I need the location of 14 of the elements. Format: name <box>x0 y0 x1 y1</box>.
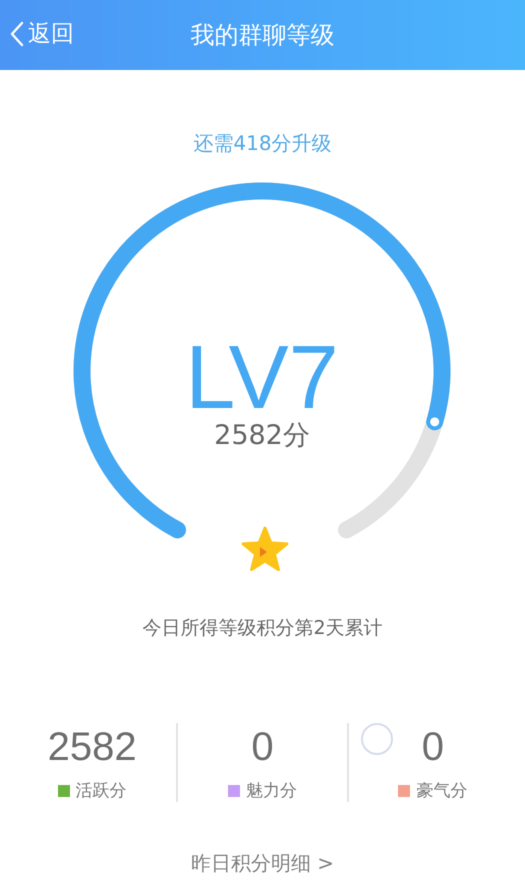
stat-value: 0 <box>422 724 444 771</box>
stat-value: 0 <box>251 724 274 771</box>
upgrade-hint: 还需418分升级 <box>192 130 333 157</box>
star-icon <box>242 526 288 572</box>
stat-label: 活跃分 <box>76 780 127 802</box>
stat-label: 豪气分 <box>416 780 468 802</box>
accumulation-note: 今日所得等级积分第2天累计 <box>141 616 384 641</box>
ring-icon <box>360 723 393 755</box>
stat-label: 魅力分 <box>246 780 297 802</box>
back-button[interactable]: 返回 <box>6 14 78 53</box>
back-icon <box>10 20 24 46</box>
page-title: 我的群聊等级 <box>190 20 334 51</box>
stat-value: 2582 <box>48 724 137 771</box>
detail-link[interactable]: 昨日积分明细 > <box>190 850 334 877</box>
